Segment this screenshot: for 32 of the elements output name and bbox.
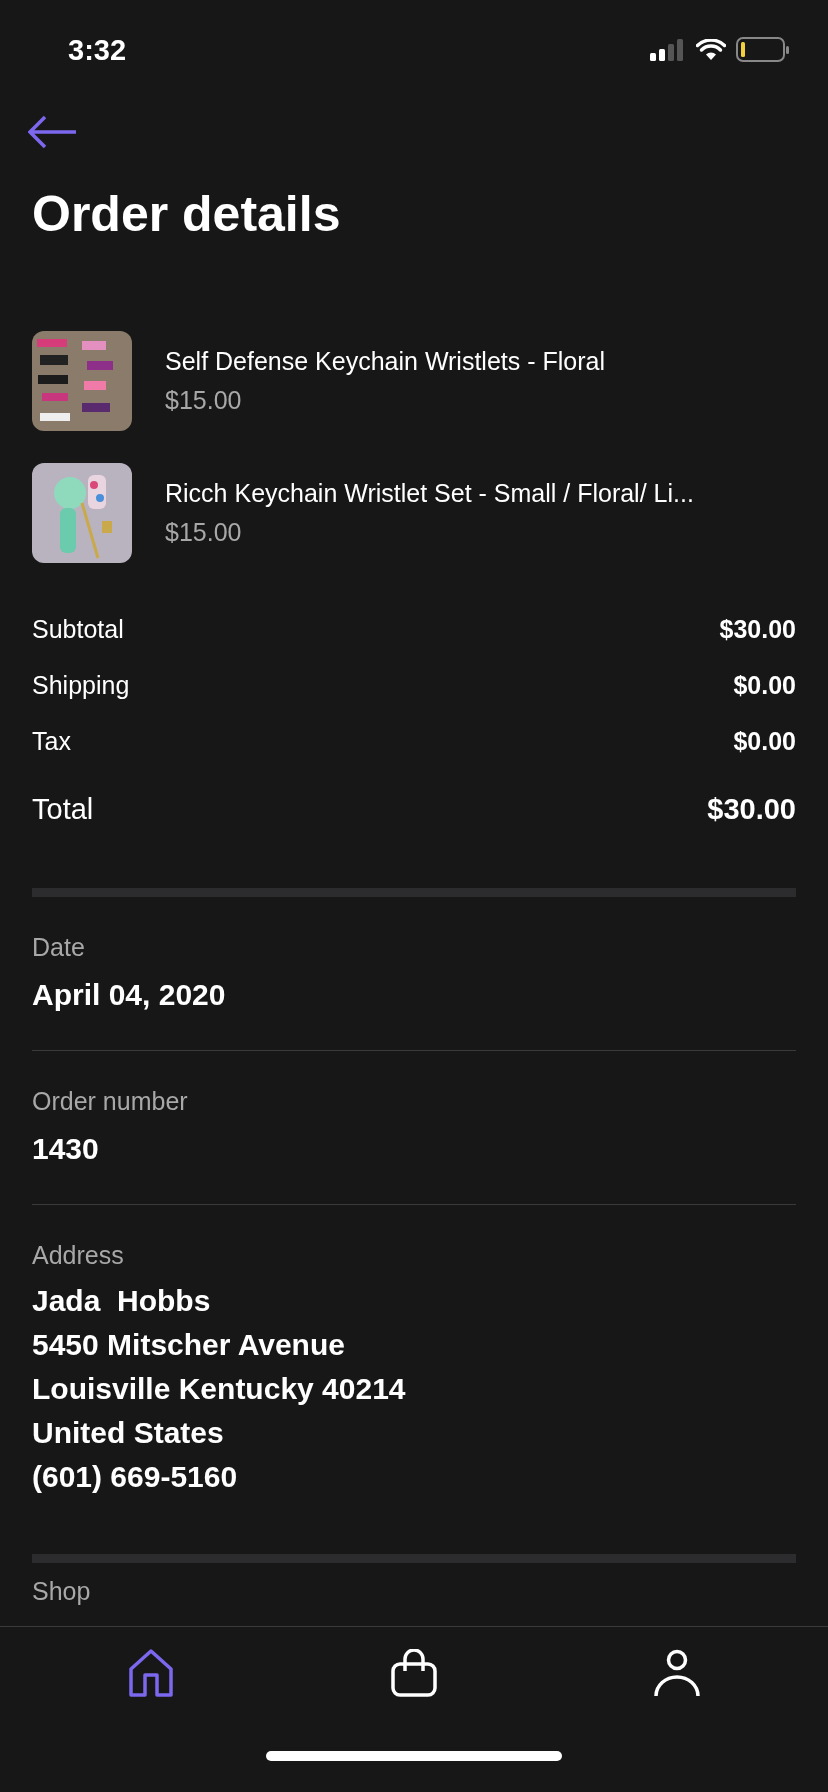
wifi-icon: [696, 39, 726, 61]
product-price: $15.00: [165, 386, 243, 415]
summary-label: Total: [32, 793, 94, 826]
field-label: Shop: [32, 1577, 92, 1606]
order-number-value: 1430: [32, 1132, 100, 1166]
back-arrow-icon[interactable]: [28, 115, 78, 149]
field-label: Order number: [32, 1087, 189, 1116]
address-line: 5450 Mitscher Avenue: [32, 1328, 346, 1362]
field-label: Date: [32, 933, 86, 962]
person-icon[interactable]: [652, 1649, 701, 1697]
summary-value: $0.00: [733, 727, 796, 756]
product-name: Self Defense Keychain Wristlets - Floral: [165, 347, 605, 376]
address-line: Louisville Kentucky 40214: [32, 1372, 407, 1406]
summary-value: $0.00: [733, 671, 796, 700]
field-label: Address: [32, 1241, 125, 1270]
address-line: Jada Hobbs: [32, 1284, 212, 1318]
summary-value: $30.00: [719, 615, 796, 644]
summary-label: Shipping: [32, 671, 130, 700]
page-title: Order details: [32, 185, 342, 243]
summary-label: Tax: [32, 727, 71, 756]
signal-icon: [650, 38, 686, 62]
product-price: $15.00: [165, 518, 243, 547]
bag-icon[interactable]: [390, 1649, 438, 1697]
address-line: (601) 669-5160: [32, 1460, 239, 1494]
address-line: United States: [32, 1416, 225, 1450]
date-value: April 04, 2020: [32, 978, 227, 1012]
summary-label: Subtotal: [32, 615, 124, 644]
home-icon[interactable]: [127, 1649, 176, 1697]
status-time: 3:32: [68, 33, 127, 67]
battery-icon: [736, 37, 790, 63]
product-name: Ricch Keychain Wristlet Set - Small / Floral/ Li...: [165, 479, 694, 508]
summary-value: $30.00: [707, 793, 796, 826]
